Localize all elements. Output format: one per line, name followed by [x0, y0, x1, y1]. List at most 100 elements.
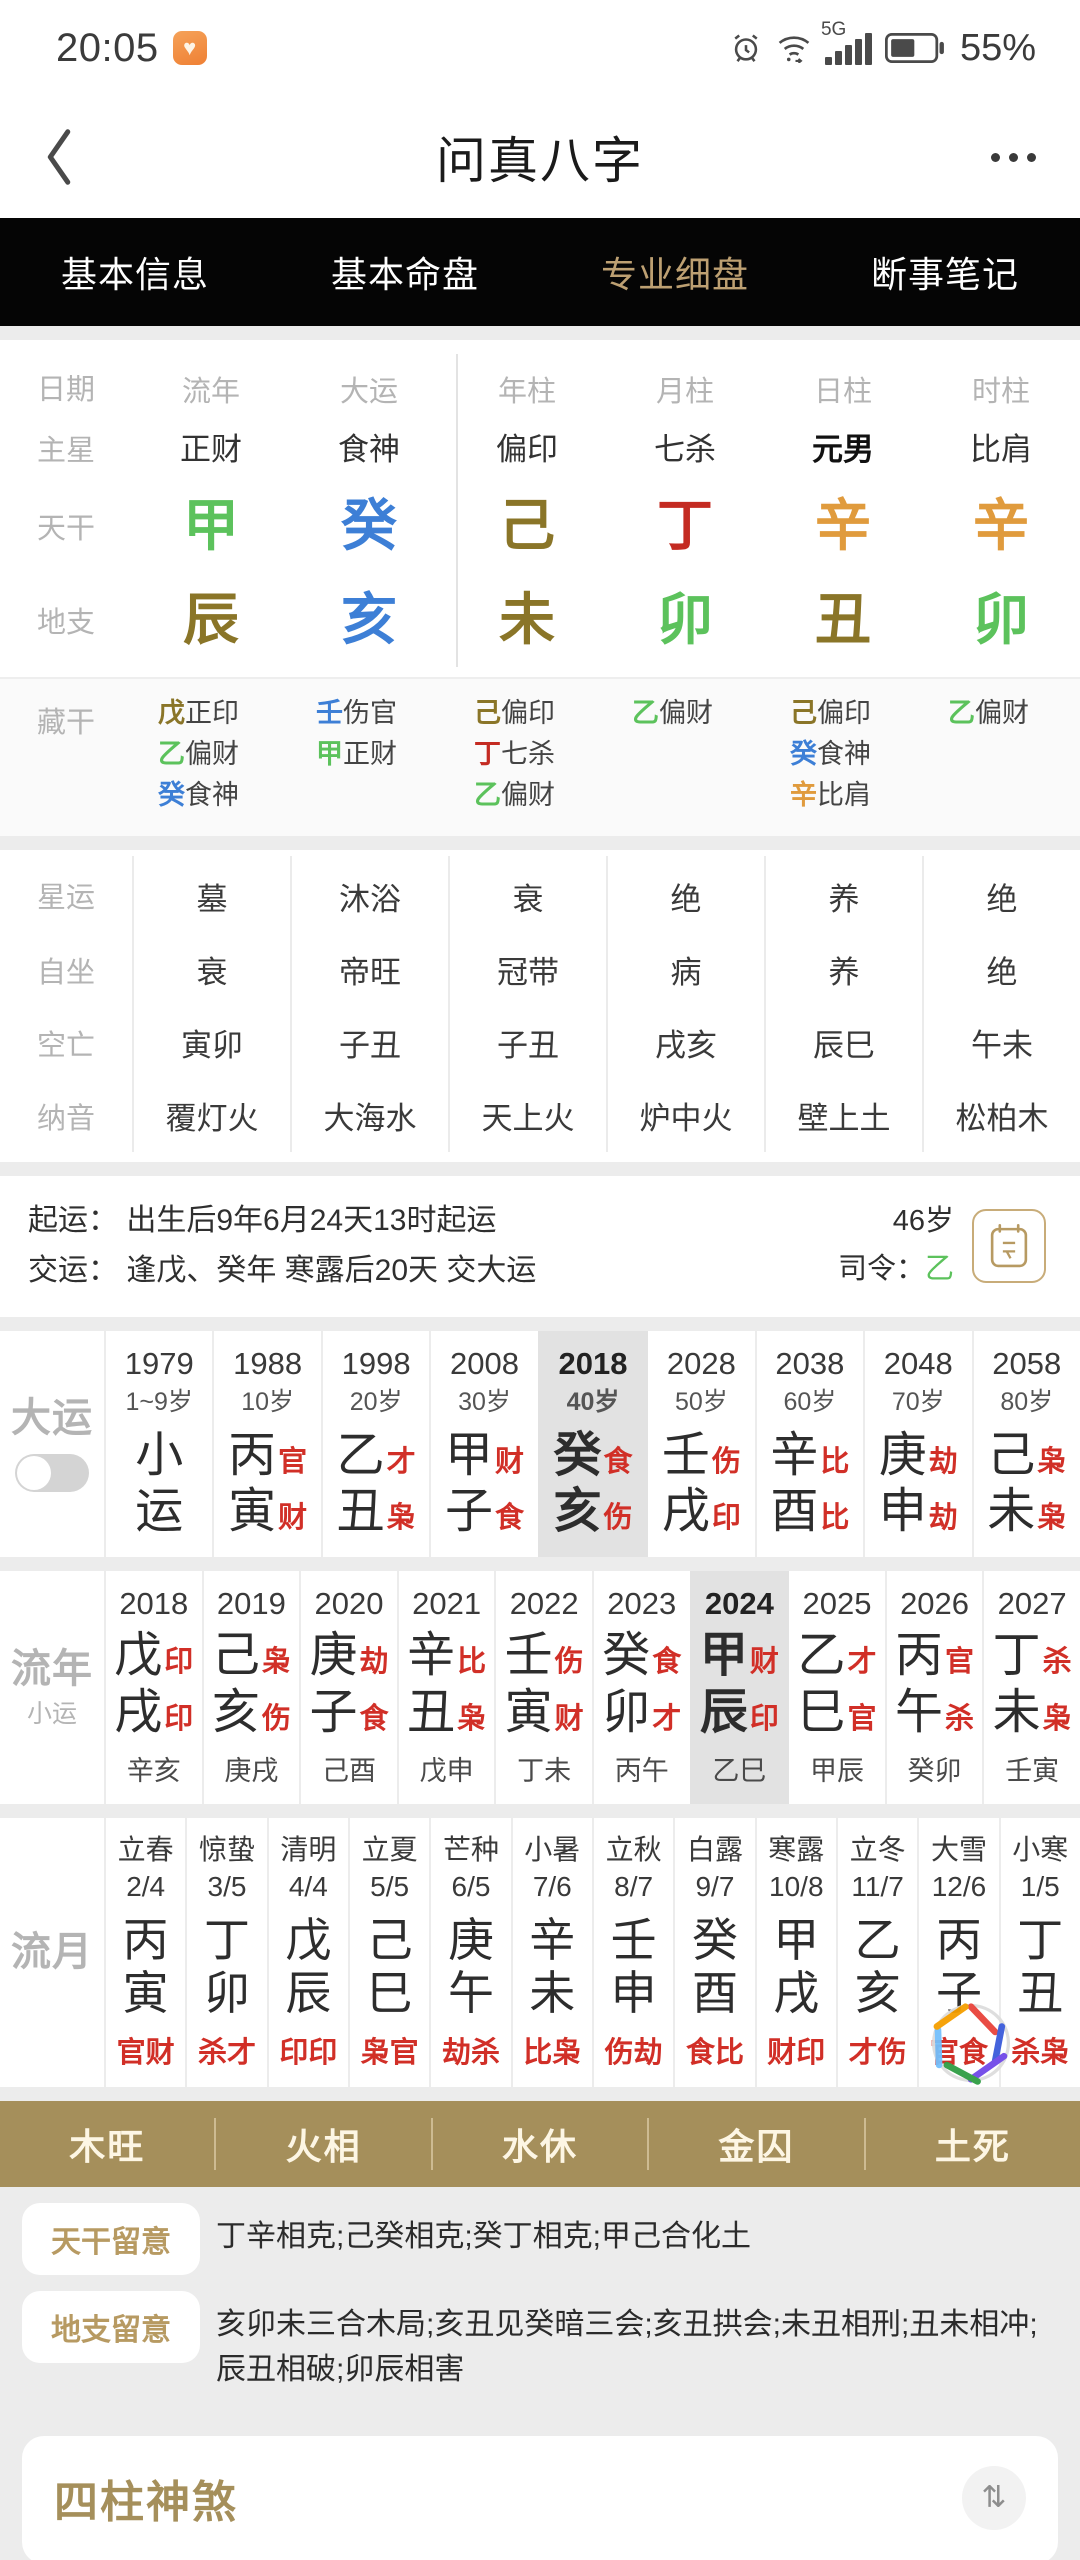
ten-god-label: 劫 [928, 1502, 958, 1535]
ten-god-label: 比 [820, 1445, 850, 1478]
ganzhi-line: 子食 [431, 1484, 537, 1541]
column-2019[interactable]: 2019 己枭亥伤庚戌 [201, 1571, 300, 1805]
column-2020[interactable]: 2020 庚劫子食己酉 [299, 1571, 397, 1805]
ganzhi-block: 辛比丑枭 [399, 1628, 495, 1741]
hidden-item: 癸食神 [790, 734, 922, 775]
cell-5: 比肩 [970, 432, 1032, 467]
pillars-header-row: 日期 流年 大运 年柱 月柱 日柱 时柱 [0, 358, 1080, 416]
month-ganzhi: 丙子 [919, 1914, 998, 2021]
month-branch: 卯 [203, 1967, 250, 2020]
ganzhi-line: 申劫 [865, 1484, 971, 1541]
ganzhi-char: 未 [987, 1485, 1036, 1539]
solar-term-date: 8/7 [614, 1871, 654, 1903]
ganzhi-line: 未枭 [974, 1484, 1080, 1541]
year-label: 2048 [883, 1346, 953, 1382]
ganzhi-block: 丙官午杀 [887, 1628, 983, 1741]
column-1998[interactable]: 1998 20岁乙才丑枭 [320, 1331, 429, 1558]
month-ganzhi: 乙亥 [838, 1914, 917, 2021]
month-column-寒露[interactable]: 寒露 10/8 甲戌财印 [754, 1818, 836, 2087]
ganzhi-line: 运 [106, 1484, 212, 1541]
ganzhi-block: 己枭亥伤 [204, 1628, 300, 1741]
stats-cell-4: 壁上土 [764, 1079, 922, 1153]
xiaoyun-label: 己酉 [321, 1756, 376, 1787]
month-column-立春[interactable]: 立春 2/4 丙寅官财 [104, 1818, 185, 2087]
ganzhi-char: 戌 [661, 1485, 710, 1539]
month-column-立秋[interactable]: 立秋 8/7 壬申伤劫 [591, 1818, 673, 2087]
stats-cell-3: 病 [606, 933, 764, 1007]
ten-god-label: 伤 [261, 1702, 291, 1735]
month-branch: 未 [529, 1967, 576, 2020]
spacer [0, 1317, 1080, 1332]
ganzhi-line: 亥伤 [204, 1685, 300, 1742]
column-1979[interactable]: 1979 1~9岁小运 [104, 1331, 212, 1558]
stats-cell-3: 戌亥 [606, 1006, 764, 1080]
column-1988[interactable]: 1988 10岁丙官寅财 [212, 1331, 320, 1558]
month-column-芒种[interactable]: 芒种 6/5 庚午劫杀 [429, 1818, 510, 2087]
age-label: 40岁 [566, 1388, 620, 1417]
column-2038[interactable]: 2038 60岁辛比酉比 [754, 1331, 863, 1558]
ganzhi-char: 己 [987, 1428, 1036, 1482]
month-column-小暑[interactable]: 小暑 7/6 辛未比枭 [510, 1818, 592, 2087]
ganzhi-char: 庚 [309, 1629, 358, 1683]
column-2018[interactable]: 2018 戊印戌印辛亥 [104, 1571, 202, 1805]
hidden-stem-char: 己 [790, 698, 817, 728]
column-2021[interactable]: 2021 辛比丑枭戊申 [396, 1571, 495, 1805]
column-2026[interactable]: 2026 丙官午杀癸卯 [884, 1571, 983, 1805]
ganzhi-line: 甲财 [431, 1428, 537, 1485]
qiyun-text: 起运： 出生后9年6月24天13时起运 交运： 逢戊、癸年 寒露后20天 交大运 [28, 1196, 536, 1295]
more-options-button[interactable] [991, 152, 1036, 162]
column-2048[interactable]: 2048 70岁庚劫申劫 [863, 1331, 971, 1558]
column-2023[interactable]: 2023 癸食卯才丙午 [591, 1571, 690, 1805]
xiaoyun-toggle[interactable] [15, 1454, 89, 1493]
stats-cell-4: 辰巳 [764, 1006, 922, 1080]
xiaoyun-label: 乙巳 [712, 1756, 767, 1787]
liuyue-columns: 立春 2/4 丙寅官财 惊蛰 3/5 丁卯杀才 清明 4/4 戊辰印印 立夏 5/5 己巳枭官 芒种 6/… [104, 1818, 1080, 2087]
tab-2[interactable]: 专业细盘 [540, 246, 810, 298]
ganzhi-char: 未 [992, 1685, 1041, 1739]
stats-cell-5: 松柏木 [922, 1079, 1080, 1153]
wifi-icon [776, 33, 812, 63]
ten-god-label: 食 [603, 1445, 633, 1478]
earth-branch-row: 地支 辰 亥 未 卯 丑 卯 [0, 573, 1080, 667]
month-column-惊蛰[interactable]: 惊蛰 3/5 丁卯杀才 [185, 1818, 266, 2087]
month-branch: 辰 [285, 1967, 332, 2020]
ganzhi-block: 甲财辰印 [692, 1628, 788, 1741]
month-column-立夏[interactable]: 立夏 5/5 己巳枭官 [347, 1818, 429, 2087]
hidden-stem-char: 乙 [158, 739, 185, 770]
ganzhi-char: 辰 [699, 1685, 748, 1739]
month-column-大雪[interactable]: 大雪 12/6 丙子官食 [917, 1818, 998, 2087]
column-2018[interactable]: 2018 40岁癸食亥伤 [537, 1331, 647, 1558]
column-2022[interactable]: 2022 壬伤寅财丁未 [494, 1571, 592, 1805]
month-column-立冬[interactable]: 立冬 11/7 乙亥才伤 [835, 1818, 917, 2087]
month-column-白露[interactable]: 白露 9/7 癸酉食比 [673, 1818, 754, 2087]
xiaoyun-label: 甲辰 [809, 1756, 864, 1787]
ten-god-label: 官 [945, 1646, 975, 1679]
ganzhi-char: 戌 [114, 1685, 163, 1739]
column-2008[interactable]: 2008 30岁甲财子食 [429, 1331, 537, 1558]
stats-row-1: 自坐 衰帝旺 冠带病养绝 [0, 933, 1080, 1007]
column-2058[interactable]: 2058 80岁己枭未枭 [971, 1331, 1080, 1558]
ganzhi-char: 丑 [336, 1485, 385, 1539]
stats-cell-0: 寅卯 [132, 1006, 290, 1080]
today-calendar-icon[interactable] [972, 1208, 1046, 1283]
ganzhi-line: 辛比 [757, 1428, 863, 1485]
tab-1[interactable]: 基本命盘 [270, 246, 540, 298]
shensha-card[interactable]: 四柱神煞 ⇅ [22, 2435, 1058, 2560]
hidden-stem-char: 乙 [474, 780, 501, 811]
column-2027[interactable]: 2027 丁杀未枭壬寅 [982, 1571, 1080, 1805]
month-column-小寒[interactable]: 小寒 1/5 丁丑杀枭 [998, 1818, 1080, 2087]
column-2024[interactable]: 2024 甲财辰印乙巳 [689, 1571, 788, 1805]
tab-3[interactable]: 断事笔记 [810, 246, 1080, 298]
expand-collapse-icon[interactable]: ⇅ [962, 2465, 1026, 2530]
column-2028[interactable]: 2028 50岁壬伤戌印 [646, 1331, 754, 1558]
stats-cell-5: 午未 [922, 1006, 1080, 1080]
month-ganzhi: 辛未 [513, 1914, 592, 2021]
month-column-清明[interactable]: 清明 4/4 戊辰印印 [266, 1818, 348, 2087]
column-2025[interactable]: 2025 乙才巳官甲辰 [787, 1571, 885, 1805]
network-type-label: 5G [820, 19, 847, 40]
solar-term-date: 2/4 [126, 1871, 166, 1903]
ganzhi-line: 庚劫 [865, 1428, 971, 1485]
back-button[interactable] [0, 124, 120, 190]
ganzhi-line: 己枭 [974, 1428, 1080, 1485]
tab-0[interactable]: 基本信息 [0, 246, 270, 298]
